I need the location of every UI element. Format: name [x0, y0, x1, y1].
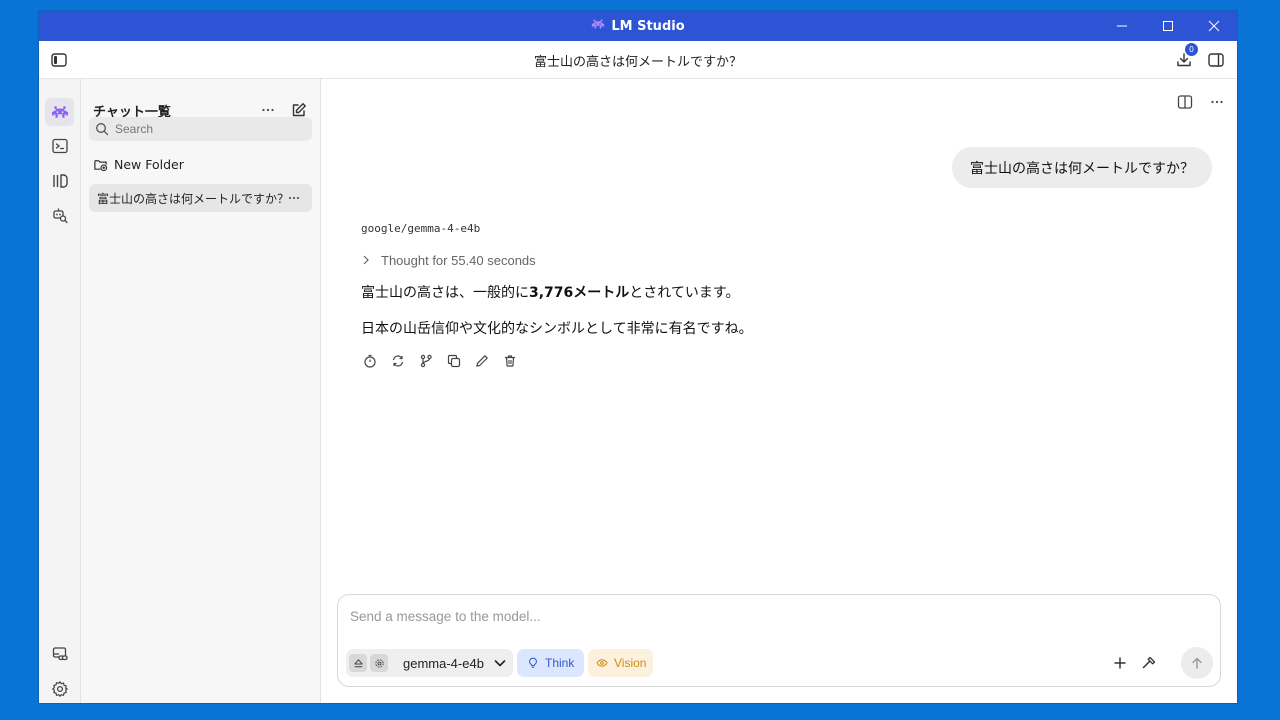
new-folder-icon	[94, 159, 108, 171]
rail-developer-button[interactable]	[45, 132, 74, 160]
model-selector-label: gemma-4-e4b	[403, 655, 484, 671]
downloads-button[interactable]: 0	[1173, 43, 1198, 71]
edit-button[interactable]	[473, 352, 491, 370]
assistant-answer-line-1: 富士山の高さは、一般的に3,776メートルとされています。	[361, 282, 739, 302]
minimize-button[interactable]	[1099, 11, 1145, 41]
send-button[interactable]	[1181, 647, 1213, 679]
close-button[interactable]	[1191, 11, 1237, 41]
branch-icon	[420, 354, 432, 368]
chat-more-button[interactable]	[1206, 91, 1228, 113]
timer-icon	[364, 354, 376, 368]
assistant-answer-line-2: 日本の山岳信仰や文化的なシンボルとして非常に有名ですね。	[361, 321, 753, 337]
chat-main: 富士山の高さは何メートルですか？ google/gemma-4-e4b Thou…	[321, 79, 1237, 703]
edit-icon	[476, 355, 488, 367]
thought-toggle[interactable]: Thought for 55.40 seconds	[361, 251, 536, 269]
hammer-icon	[1142, 656, 1156, 669]
split-view-button[interactable]	[1174, 91, 1196, 113]
model-selector[interactable]: gemma-4-e4b	[346, 649, 513, 677]
copy-button[interactable]	[445, 352, 463, 370]
maximize-button[interactable]	[1145, 11, 1191, 41]
chat-search-input[interactable]: Search	[89, 117, 312, 141]
chat-title: 富士山の高さは何メートルですか？	[533, 54, 742, 70]
chat-item-more-button[interactable]	[286, 190, 302, 206]
rail-models-button[interactable]	[45, 167, 74, 195]
search-placeholder: Search	[115, 122, 154, 136]
answer-highlight: 3,776メートル	[529, 285, 630, 301]
rail-settings-button[interactable]	[45, 675, 74, 703]
answer-text: 富士山の高さは、一般的に	[361, 285, 529, 301]
app-window: LM Studio 富士山の高さは何メートルですか？ 0 チャット一覧 Sear…	[39, 11, 1237, 703]
search-icon	[96, 123, 109, 136]
chat-icon	[51, 106, 68, 118]
answer-text: とされています。	[629, 285, 740, 301]
nav-rail	[39, 79, 81, 703]
plus-icon	[1114, 657, 1126, 669]
right-panel-icon	[1208, 53, 1224, 67]
assistant-model-name: google/gemma-4-e4b	[361, 222, 481, 235]
lightbulb-icon	[529, 657, 537, 668]
eject-model-button[interactable]	[349, 654, 367, 672]
app-logo-icon	[591, 17, 605, 35]
title-bar: LM Studio	[39, 11, 1237, 41]
arrow-up-icon	[1192, 657, 1202, 669]
chevron-right-icon	[363, 255, 369, 265]
chevron-down-icon	[494, 660, 506, 667]
attach-button[interactable]	[1110, 653, 1130, 673]
terminal-icon	[51, 138, 68, 154]
rail-discover-button[interactable]	[45, 201, 74, 229]
generation-stats-button[interactable]	[361, 352, 379, 370]
copy-icon	[447, 354, 461, 368]
chat-sidebar: チャット一覧 Search New Folder 富士山の高さは何メートルですか…	[81, 79, 321, 703]
gear-icon	[374, 658, 384, 668]
window-title: LM Studio	[39, 11, 1237, 41]
model-search-icon	[52, 208, 68, 224]
more-horizontal-icon	[1211, 100, 1223, 104]
model-settings-button[interactable]	[370, 654, 388, 672]
thought-label: Thought for 55.40 seconds	[381, 252, 536, 268]
rail-chat-button[interactable]	[45, 98, 74, 126]
eye-icon	[596, 659, 608, 667]
rail-integrations-button[interactable]	[45, 640, 74, 668]
tools-button[interactable]	[1139, 653, 1159, 673]
vision-toggle[interactable]: Vision	[588, 649, 653, 677]
chat-header: 富士山の高さは何メートルですか？ 0	[39, 41, 1237, 79]
user-message: 富士山の高さは何メートルですか？	[952, 147, 1212, 188]
downloads-badge: 0	[1185, 43, 1198, 56]
split-view-icon	[1177, 95, 1193, 109]
new-folder-label: New Folder	[114, 156, 184, 172]
regenerate-button[interactable]	[389, 352, 407, 370]
message-composer[interactable]: Send a message to the model... gemma-4-e…	[337, 594, 1221, 687]
think-toggle[interactable]: Think	[517, 649, 584, 677]
toggle-right-panel-button[interactable]	[1205, 49, 1227, 71]
chat-list-item-title: 富士山の高さは何メートルですか？	[97, 191, 290, 206]
delete-button[interactable]	[501, 352, 519, 370]
compose-icon	[292, 103, 306, 117]
more-horizontal-icon	[289, 197, 299, 199]
branch-button[interactable]	[417, 352, 435, 370]
regenerate-icon	[392, 355, 404, 367]
delete-icon	[505, 355, 515, 367]
new-folder-button[interactable]: New Folder	[93, 153, 184, 175]
think-label: Think	[545, 656, 575, 670]
chat-list-item[interactable]: 富士山の高さは何メートルですか？	[89, 184, 312, 212]
more-horizontal-icon	[262, 108, 274, 112]
composer-placeholder: Send a message to the model...	[350, 609, 541, 624]
vision-label: Vision	[614, 656, 647, 670]
library-icon	[52, 174, 68, 188]
link-icon	[52, 647, 68, 661]
window-title-text: LM Studio	[611, 18, 685, 34]
eject-icon	[353, 658, 363, 667]
message-actions	[361, 352, 519, 370]
gear-icon	[51, 681, 68, 697]
